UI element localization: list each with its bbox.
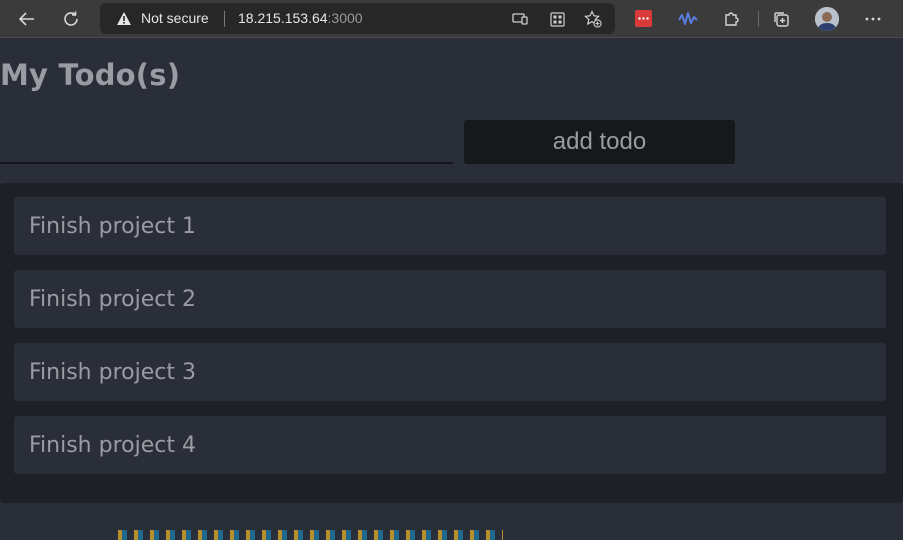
- extension-red-icon[interactable]: [635, 10, 652, 27]
- todo-item[interactable]: Finish project 1: [14, 197, 886, 255]
- extensions-puzzle-icon[interactable]: [718, 5, 746, 33]
- more-icon[interactable]: [859, 5, 887, 33]
- page-title: My Todo(s): [0, 58, 181, 92]
- app-available-icon[interactable]: [510, 9, 530, 29]
- todo-item[interactable]: Finish project 4: [14, 416, 886, 474]
- url-host: 18.215.153.64: [238, 10, 328, 26]
- todo-input[interactable]: [0, 120, 453, 164]
- extension-wave-icon[interactable]: [674, 5, 702, 33]
- todo-item-text: Finish project 1: [29, 213, 196, 239]
- collections-icon[interactable]: [767, 5, 795, 33]
- url-port: :3000: [327, 10, 363, 26]
- refresh-icon[interactable]: [57, 5, 85, 33]
- add-favorite-icon[interactable]: [583, 9, 603, 29]
- browser-toolbar: Not secure 18.215.153.64:3000: [0, 0, 903, 38]
- toolbar-divider: [758, 11, 759, 27]
- todo-item-text: Finish project 4: [29, 432, 196, 458]
- security-label[interactable]: Not secure: [141, 10, 209, 26]
- todo-item[interactable]: Finish project 3: [14, 343, 886, 401]
- todo-item-text: Finish project 2: [29, 286, 196, 312]
- background-decoration: [118, 530, 503, 540]
- todo-item[interactable]: Finish project 2: [14, 270, 886, 328]
- profile-avatar[interactable]: [815, 7, 839, 31]
- todo-list: Finish project 1 Finish project 2 Finish…: [0, 183, 903, 503]
- todo-item-text: Finish project 3: [29, 359, 196, 385]
- url-text[interactable]: 18.215.153.64:3000: [238, 10, 363, 26]
- address-divider: [224, 11, 225, 27]
- back-arrow-icon[interactable]: [13, 5, 41, 33]
- address-bar[interactable]: Not secure 18.215.153.64:3000: [100, 3, 615, 34]
- warning-icon: [116, 11, 132, 30]
- grid-icon[interactable]: [547, 9, 567, 29]
- add-todo-button[interactable]: add todo: [464, 120, 735, 164]
